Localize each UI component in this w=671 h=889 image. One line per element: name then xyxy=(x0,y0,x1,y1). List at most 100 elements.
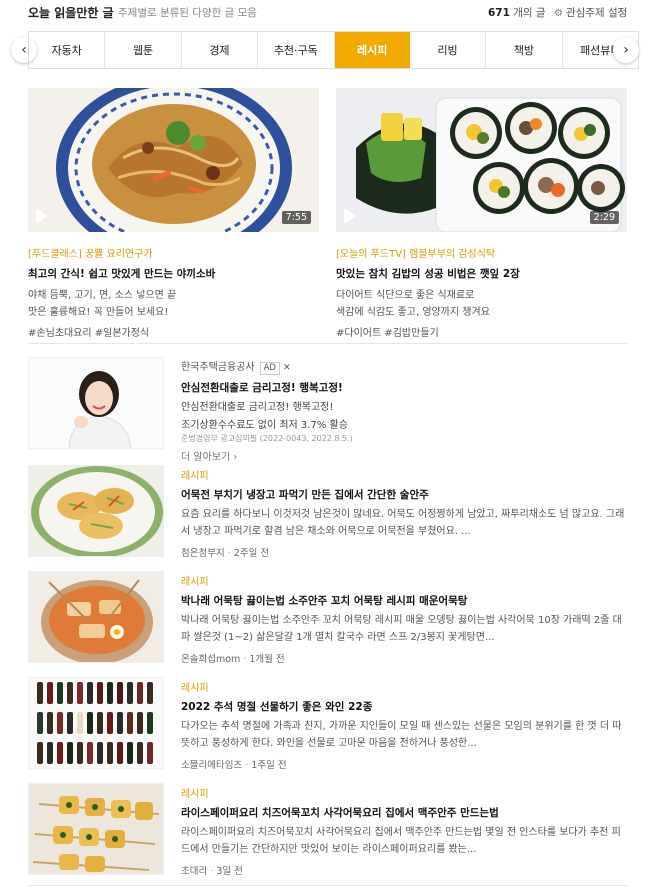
item-description: 박나래 어묵탕 끓이는법 소주안주 꼬치 어묵탕 레시피 매울 오뎅탕 끓이는법… xyxy=(181,615,622,643)
featured-card[interactable]: 2:29 [오늘의 푸드TV] 램블부부의 감성식탁 맛있는 참치 김밥의 성공… xyxy=(336,88,627,339)
item-title[interactable]: 라이스페이퍼요리 치즈어묵꼬치 사각어묵요리 집에서 맥주안주 만드는법 xyxy=(181,805,628,820)
yakisoba-image xyxy=(28,88,319,232)
item-text: 레시피 박나래 어묵탕 끓이는법 소주안주 꼬치 어묵탕 레시피 매운어묵탕 박… xyxy=(181,571,628,665)
ad-copy-line: 안심전환대출로 금리고정! 행복고정! xyxy=(181,402,334,413)
meta-separator: · xyxy=(243,654,247,665)
ad-learn-more-link[interactable]: 더 알아보기 › xyxy=(181,448,628,463)
meta-separator: · xyxy=(227,548,231,559)
item-thumbnail[interactable] xyxy=(28,571,164,663)
video-duration: 2:29 xyxy=(589,211,619,224)
item-category: 레시피 xyxy=(181,683,209,694)
content-page: 오늘 읽을만한 글 주제별로 분류된 다양한 글 모음 671 개의 글 ⚙ 관심… xyxy=(0,0,671,889)
featured-desc-line: 색감에 식감도 좋고, 영양까지 챙겨요 xyxy=(336,307,490,318)
featured-description: 야채 듬뿍, 고기, 면, 소스 넣으면 끝 맛은 훌륭해요! 꼭 만들어 보세… xyxy=(28,287,319,321)
section-header: 오늘 읽을만한 글 주제별로 분류된 다양한 글 모음 671 개의 글 ⚙ 관심… xyxy=(0,0,671,24)
section-subtitle: 주제별로 분류된 다양한 글 모음 xyxy=(118,7,257,19)
wine-bottles-image xyxy=(29,678,163,768)
tab-economy[interactable]: 경제 xyxy=(182,32,259,68)
item-meta: 온솔희섭mom · 1개월 전 xyxy=(181,651,628,665)
featured-desc-line: 야채 듬뿍, 고기, 면, 소스 넣으면 끝 xyxy=(28,290,177,301)
item-text: 레시피 어묵전 부치기 냉장고 파먹기 만든 집에서 간단한 술안주 요즘 요리… xyxy=(181,465,628,559)
cheese-skewer-image xyxy=(29,784,163,874)
item-thumbnail[interactable] xyxy=(28,783,164,875)
tab-living[interactable]: 리빙 xyxy=(410,32,487,68)
meta-separator: · xyxy=(210,866,214,877)
ad-advertiser: 한국주택금융공사 xyxy=(181,362,255,373)
tab-recommend[interactable]: 추천·구독 xyxy=(258,32,335,68)
ad-badge: AD xyxy=(259,362,280,375)
category-tabs: 자동차 웹툰 경제 추천·구독 레시피 리빙 책방 패션뷰티 xyxy=(28,31,639,69)
section-divider xyxy=(28,343,628,344)
tabs-next-button[interactable]: › xyxy=(613,37,639,63)
item-meta: 소믈리에타임즈 · 1주일 전 xyxy=(181,757,628,771)
play-icon xyxy=(36,208,48,224)
ad-text: 한국주택금융공사 AD ✕ 안심전환대출로 금리고정! 행복고정! 안심전환대출로 … xyxy=(181,357,628,463)
kimbap-image xyxy=(336,88,627,232)
item-description: 라이스페이퍼요리 치즈어묵꼬치 사각어묵요리 집에서 맥주안주 만드는법 몇일 … xyxy=(181,827,621,855)
video-duration: 7:55 xyxy=(281,211,311,224)
item-thumbnail[interactable] xyxy=(28,465,164,557)
ad-advertiser-row: 한국주택금융공사 AD ✕ xyxy=(181,358,628,375)
item-author[interactable]: 첨은첨부지 xyxy=(181,548,225,559)
article-count-number: 671 xyxy=(488,7,510,19)
interest-settings-link[interactable]: ⚙ 관심주제 설정 xyxy=(554,5,627,20)
fishcake-soup-image xyxy=(29,572,163,662)
item-author[interactable]: 초대리 xyxy=(181,866,207,877)
bottom-divider xyxy=(28,885,628,886)
featured-card[interactable]: 7:55 [푸드클래스] 꿍쁄 요리연구가 최고의 간식! 쉽고 맛있게 만드는… xyxy=(28,88,319,339)
featured-title[interactable]: 맛있는 참치 김밥의 성공 비법은 깻잎 2장 xyxy=(336,266,627,281)
tab-auto[interactable]: 자동차 xyxy=(29,32,106,68)
section-title: 오늘 읽을만한 글 xyxy=(28,6,114,20)
item-category: 레시피 xyxy=(181,789,209,800)
item-title[interactable]: 어묵전 부치기 냉장고 파먹기 만든 집에서 간단한 술안주 xyxy=(181,487,628,502)
ad-copy-line: 조기상환수수료도 없이 최저 3.7% 활승 xyxy=(181,420,348,431)
item-time: 1개월 전 xyxy=(249,654,285,665)
item-thumbnail[interactable] xyxy=(28,677,164,769)
ad-image[interactable] xyxy=(28,357,164,449)
item-time: 3일 전 xyxy=(216,866,243,877)
list-item[interactable]: 레시피 어묵전 부치기 냉장고 파먹기 만든 집에서 간단한 술안주 요즘 요리… xyxy=(28,465,628,559)
item-text: 레시피 2022 추석 명절 선물하기 좋은 와인 22종 다가오는 추석 명절… xyxy=(181,677,628,771)
list-item[interactable]: 레시피 박나래 어묵탕 끓이는법 소주안주 꼬치 어묵탕 레시피 매운어묵탕 박… xyxy=(28,571,628,665)
ad-model-image xyxy=(29,358,163,448)
item-category: 레시피 xyxy=(181,471,209,482)
close-icon[interactable]: ✕ xyxy=(283,363,291,373)
video-thumbnail[interactable]: 2:29 xyxy=(336,88,627,232)
item-time: 2주일 전 xyxy=(233,548,270,559)
item-text: 레시피 라이스페이퍼요리 치즈어묵꼬치 사각어묵요리 집에서 맥주안주 만드는법… xyxy=(181,783,628,877)
list-item[interactable]: 레시피 2022 추석 명절 선물하기 좋은 와인 22종 다가오는 추석 명절… xyxy=(28,677,628,771)
item-meta: 초대리 · 3일 전 xyxy=(181,863,628,877)
ad-title[interactable]: 안심전환대출로 금리고정! 행복고정! xyxy=(181,380,628,395)
article-count-suffix: 개의 글 xyxy=(513,7,546,19)
item-title[interactable]: 2022 추석 명절 선물하기 좋은 와인 22종 xyxy=(181,699,628,714)
item-author[interactable]: 소믈리에타임즈 xyxy=(181,760,242,771)
featured-title[interactable]: 최고의 간식! 쉽고 맛있게 만드는 야끼소바 xyxy=(28,266,319,281)
article-count: 671 개의 글 xyxy=(488,5,546,20)
chevron-left-icon: ‹ xyxy=(21,42,27,58)
interest-settings-label: 관심주제 설정 xyxy=(565,7,628,19)
ad-disclaimer: 준법경영부 광고심의필 (2022-0043, 2022.8.5.) xyxy=(181,434,353,443)
fishcake-pancake-image xyxy=(29,466,163,556)
tab-books[interactable]: 책방 xyxy=(486,32,563,68)
featured-desc-line: 다이어트 식단으로 좋은 식재료로 xyxy=(336,290,475,301)
item-time: 1주일 전 xyxy=(251,760,287,771)
featured-desc-line: 맛은 훌륭해요! 꼭 만들어 보세요! xyxy=(28,307,169,318)
item-category: 레시피 xyxy=(181,577,209,588)
featured-tags[interactable]: #손님초대요리 #일본가정식 xyxy=(28,324,319,339)
featured-source: [푸드클래스] 꿍쁄 요리연구가 xyxy=(28,249,153,260)
item-meta: 첨은첨부지 · 2주일 전 xyxy=(181,545,628,559)
play-icon xyxy=(344,208,356,224)
featured-tags[interactable]: #다이어트 #김밥만들기 xyxy=(336,324,627,339)
gear-icon: ⚙ xyxy=(554,8,563,19)
featured-description: 다이어트 식단으로 좋은 식재료로 색감에 식감도 좋고, 영양까지 챙겨요 xyxy=(336,287,627,321)
video-thumbnail[interactable]: 7:55 xyxy=(28,88,319,232)
meta-separator: · xyxy=(245,760,249,771)
tab-webtoon[interactable]: 웹툰 xyxy=(105,32,182,68)
item-description: 다가오는 추석 명절에 가족과 친지, 가까운 지인들이 모일 때 센스있는 선… xyxy=(181,721,622,749)
list-item[interactable]: 레시피 라이스페이퍼요리 치즈어묵꼬치 사각어묵요리 집에서 맥주안주 만드는법… xyxy=(28,783,628,877)
item-title[interactable]: 박나래 어묵탕 끓이는법 소주안주 꼬치 어묵탕 레시피 매운어묵탕 xyxy=(181,593,628,608)
chevron-right-icon: › xyxy=(623,42,629,58)
tab-recipe[interactable]: 레시피 xyxy=(334,32,410,68)
ad-card[interactable]: 한국주택금융공사 AD ✕ 안심전환대출로 금리고정! 행복고정! 안심전환대출로 … xyxy=(28,357,628,463)
item-author[interactable]: 온솔희섭mom xyxy=(181,654,240,665)
